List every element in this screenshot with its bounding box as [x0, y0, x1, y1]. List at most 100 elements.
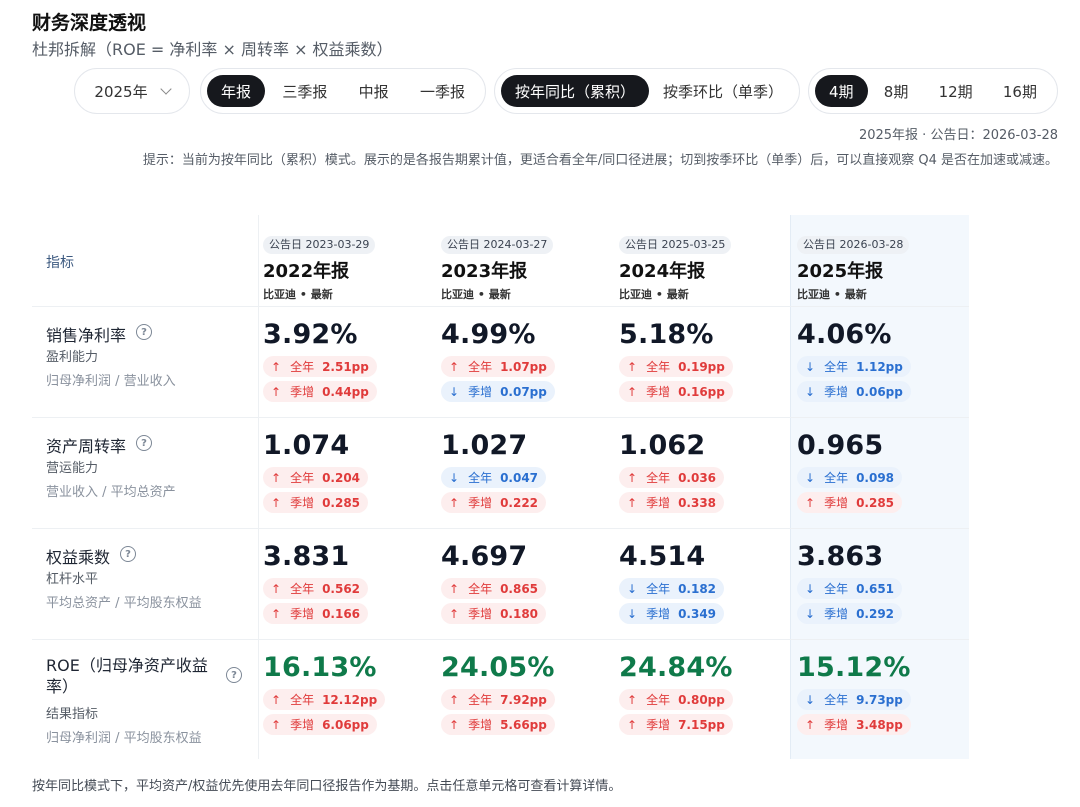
qoq-change-chip: ↑ 季增 0.44pp [263, 381, 377, 402]
qoq-change-chip: ↓ 季增 0.07pp [441, 381, 555, 402]
metric-value: 3.92% [263, 319, 358, 350]
change-label: 全年 [646, 471, 671, 485]
yoy-change-chip: ↑ 全年 0.80pp [619, 689, 733, 710]
change-row: ↑ 季增 0.44pp [263, 377, 377, 402]
yoy-change-chip: ↑ 全年 0.19pp [619, 356, 733, 377]
metric-formula: 营业收入 / 平均总资产 [46, 485, 176, 500]
announce-date-badge: 公告日 2024-03-27 [441, 236, 554, 254]
change-value: 0.222 [500, 495, 539, 510]
tab-report-type-1[interactable]: 三季报 [268, 75, 341, 107]
question-circle-icon[interactable]: ? [136, 324, 153, 340]
arrow-up-icon: ↑ [627, 470, 638, 485]
metric-cell[interactable]: 1.074 ↑ 全年 0.204 ↑ 季增 0.285 [263, 429, 369, 513]
change-label: 季增 [824, 385, 849, 399]
metric-header: 指标 [46, 255, 74, 271]
qoq-change-chip: ↑ 季增 3.48pp [797, 714, 911, 735]
arrow-up-icon: ↑ [271, 495, 282, 510]
metric-cell[interactable]: 1.062 ↑ 全年 0.036 ↑ 季增 0.338 [619, 429, 725, 513]
tab-compare-mode-0[interactable]: 按年同比（累积） [501, 75, 650, 107]
change-label: 季增 [290, 496, 315, 510]
arrow-up-icon: ↑ [627, 495, 638, 510]
change-value: 7.15pp [678, 717, 725, 732]
metric-name: 权益乘数? [46, 544, 246, 568]
change-value: 1.07pp [500, 359, 547, 374]
yoy-change-chip: ↑ 全年 12.12pp [263, 689, 386, 710]
change-label: 季增 [290, 385, 315, 399]
change-value: 12.12pp [322, 692, 378, 707]
metric-value: 4.99% [441, 319, 536, 350]
change-row: ↓ 季增 0.292 [797, 599, 903, 624]
metric-cell[interactable]: 3.831 ↑ 全年 0.562 ↑ 季增 0.166 [263, 540, 369, 624]
question-circle-icon[interactable]: ? [226, 667, 242, 683]
tab-compare-mode-1[interactable]: 按季环比（单季） [649, 75, 797, 107]
arrow-up-icon: ↑ [627, 717, 638, 732]
change-value: 0.180 [500, 606, 539, 621]
period-title: 2024年报 [619, 261, 706, 282]
question-circle-icon[interactable]: ? [136, 435, 153, 451]
metric-cell[interactable]: 4.697 ↑ 全年 0.865 ↑ 季增 0.180 [441, 540, 547, 624]
arrow-down-icon: ↓ [449, 384, 460, 399]
metric-cell[interactable]: 3.863 ↓ 全年 0.651 ↓ 季增 0.292 [797, 540, 903, 624]
metric-cell[interactable]: 16.13% ↑ 全年 12.12pp ↑ 季增 6.06pp [263, 651, 386, 735]
change-value: 3.48pp [856, 717, 903, 732]
change-value: 1.12pp [856, 359, 903, 374]
change-value: 6.06pp [322, 717, 369, 732]
tab-period-count-2[interactable]: 12期 [925, 75, 987, 107]
arrow-down-icon: ↓ [449, 470, 460, 485]
change-row: ↓ 全年 0.182 [619, 574, 725, 599]
qoq-change-chip: ↑ 季增 7.15pp [619, 714, 733, 735]
row-divider [32, 417, 969, 418]
row-divider [32, 639, 969, 640]
metric-cell[interactable]: 24.05% ↑ 全年 7.92pp ↑ 季增 5.66pp [441, 651, 555, 735]
metric-cell[interactable]: 24.84% ↑ 全年 0.80pp ↑ 季增 7.15pp [619, 651, 733, 735]
change-row: ↓ 全年 0.098 [797, 463, 903, 488]
metric-name: ROE（归母净资产收益率）? [46, 655, 246, 697]
metric-cell[interactable]: 1.027 ↓ 全年 0.047 ↑ 季增 0.222 [441, 429, 547, 513]
metric-value: 24.84% [619, 652, 733, 683]
metric-cell[interactable]: 3.92% ↑ 全年 2.51pp ↑ 季增 0.44pp [263, 318, 377, 402]
tab-report-type-0[interactable]: 年报 [207, 75, 266, 107]
change-label: 全年 [824, 471, 849, 485]
tab-period-count-1[interactable]: 8期 [870, 75, 923, 107]
change-label: 季增 [646, 385, 671, 399]
tab-report-type-2[interactable]: 中报 [345, 75, 403, 107]
metric-cell[interactable]: 5.18% ↑ 全年 0.19pp ↑ 季增 0.16pp [619, 318, 733, 402]
change-value: 0.562 [322, 581, 361, 596]
change-row: ↑ 全年 0.80pp [619, 685, 733, 710]
change-row: ↓ 全年 0.651 [797, 574, 903, 599]
change-label: 季增 [646, 718, 671, 732]
report-type-tabs: 年报 三季报 中报 一季报 [200, 68, 486, 114]
metric-value: 5.18% [619, 319, 714, 350]
arrow-down-icon: ↓ [805, 359, 816, 374]
change-label: 全年 [824, 360, 849, 374]
question-circle-icon[interactable]: ? [120, 546, 137, 562]
change-row: ↑ 全年 0.865 [441, 574, 547, 599]
metric-cell[interactable]: 4.99% ↑ 全年 1.07pp ↓ 季增 0.07pp [441, 318, 555, 402]
tab-report-type-3[interactable]: 一季报 [406, 75, 479, 107]
qoq-change-chip: ↑ 季增 5.66pp [441, 714, 555, 735]
metric-value: 0.965 [797, 430, 884, 461]
metric-cell[interactable]: 0.965 ↓ 全年 0.098 ↑ 季增 0.285 [797, 429, 903, 513]
yoy-change-chip: ↑ 全年 0.562 [263, 578, 369, 599]
column-header: 公告日 2023-03-29 2022年报 比亚迪 • 最新 [263, 233, 376, 302]
tab-period-count-0[interactable]: 4期 [815, 75, 868, 107]
year-select[interactable]: 2025年 [74, 68, 190, 114]
qoq-change-chip: ↓ 季增 0.06pp [797, 381, 911, 402]
arrow-up-icon: ↑ [271, 717, 282, 732]
change-value: 0.06pp [856, 384, 903, 399]
arrow-up-icon: ↑ [627, 359, 638, 374]
change-value: 0.182 [678, 581, 717, 596]
change-row: ↓ 季增 0.06pp [797, 377, 911, 402]
metric-cell[interactable]: 4.514 ↓ 全年 0.182 ↓ 季增 0.349 [619, 540, 725, 624]
change-label: 全年 [290, 360, 315, 374]
metric-cell[interactable]: 15.12% ↓ 全年 9.73pp ↑ 季增 3.48pp [797, 651, 911, 735]
change-label: 全年 [468, 582, 493, 596]
tab-period-count-3[interactable]: 16期 [989, 75, 1051, 107]
metric-cell[interactable]: 4.06% ↓ 全年 1.12pp ↓ 季增 0.06pp [797, 318, 911, 402]
change-value: 0.349 [678, 606, 717, 621]
change-row: ↑ 全年 1.07pp [441, 352, 555, 377]
change-value: 0.651 [856, 581, 895, 596]
arrow-up-icon: ↑ [627, 692, 638, 707]
yoy-change-chip: ↑ 全年 0.204 [263, 467, 369, 488]
change-value: 0.16pp [678, 384, 725, 399]
